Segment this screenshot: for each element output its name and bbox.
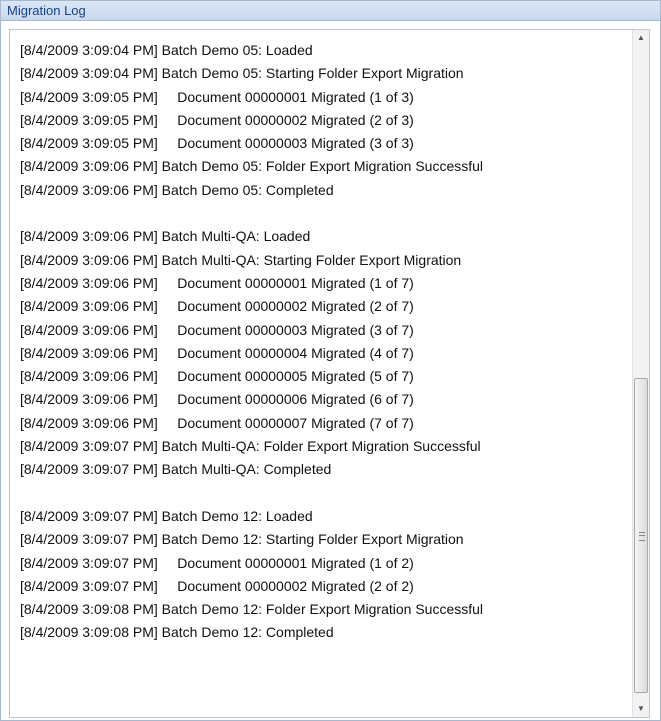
vertical-scrollbar[interactable]: ▲ ▼ — [632, 30, 649, 717]
log-line: [8/4/2009 3:09:06 PM] Document 00000006 … — [20, 391, 414, 408]
log-line: [8/4/2009 3:09:07 PM] Batch Demo 12: Loa… — [20, 507, 313, 524]
log-line: [8/4/2009 3:09:06 PM] Batch Demo 05: Fol… — [20, 158, 484, 175]
log-line: [8/4/2009 3:09:07 PM] Document 00000001 … — [20, 554, 414, 571]
log-line: [8/4/2009 3:09:06 PM] Document 00000001 … — [20, 274, 414, 291]
log-line: [8/4/2009 3:09:05 PM] Document 00000001 … — [20, 88, 414, 105]
log-line: [8/4/2009 3:09:04 PM] Batch Demo 05: Sta… — [20, 65, 464, 82]
scroll-down-arrow-icon[interactable]: ▼ — [633, 701, 649, 717]
log-line: [8/4/2009 3:09:07 PM] Batch Demo 12: Sta… — [20, 531, 464, 548]
log-line: [8/4/2009 3:09:06 PM] Batch Multi-QA: Lo… — [20, 228, 311, 245]
log-line: [8/4/2009 3:09:06 PM] Document 00000004 … — [20, 344, 414, 361]
grip-icon — [639, 531, 645, 541]
panel-title: Migration Log — [1, 1, 660, 21]
log-line: [8/4/2009 3:09:06 PM] Batch Demo 05: Com… — [20, 181, 334, 198]
log-line: [8/4/2009 3:09:08 PM] Batch Demo 12: Fol… — [20, 601, 484, 618]
log-line: [8/4/2009 3:09:04 PM] Batch Demo 05: Loa… — [20, 42, 313, 58]
log-line: [8/4/2009 3:09:07 PM] Batch Multi-QA: Fo… — [20, 438, 481, 455]
scroll-up-arrow-icon[interactable]: ▲ — [633, 30, 649, 46]
log-textbox[interactable]: [8/4/2009 3:09:04 PM] Batch Demo 05: Loa… — [9, 29, 650, 718]
scrollbar-thumb[interactable] — [634, 378, 648, 693]
log-line: [8/4/2009 3:09:06 PM] Document 00000005 … — [20, 368, 414, 385]
log-line: [8/4/2009 3:09:08 PM] Batch Demo 12: Com… — [20, 624, 334, 641]
log-line: [8/4/2009 3:09:06 PM] Document 00000007 … — [20, 414, 414, 431]
log-line: [8/4/2009 3:09:06 PM] Document 00000002 … — [20, 298, 414, 315]
log-line: [8/4/2009 3:09:06 PM] Document 00000003 … — [20, 321, 414, 338]
migration-log-panel: Migration Log [8/4/2009 3:09:04 PM] Batc… — [0, 0, 661, 721]
log-line: [8/4/2009 3:09:07 PM] Batch Multi-QA: Co… — [20, 461, 332, 478]
log-line: [8/4/2009 3:09:05 PM] Document 00000003 … — [20, 135, 414, 152]
log-line: [8/4/2009 3:09:07 PM] Document 00000002 … — [20, 577, 414, 594]
log-line: [8/4/2009 3:09:06 PM] Batch Multi-QA: St… — [20, 251, 462, 268]
log-line: [8/4/2009 3:09:05 PM] Document 00000002 … — [20, 111, 414, 128]
log-lines: [8/4/2009 3:09:04 PM] Batch Demo 05: Loa… — [10, 30, 632, 717]
